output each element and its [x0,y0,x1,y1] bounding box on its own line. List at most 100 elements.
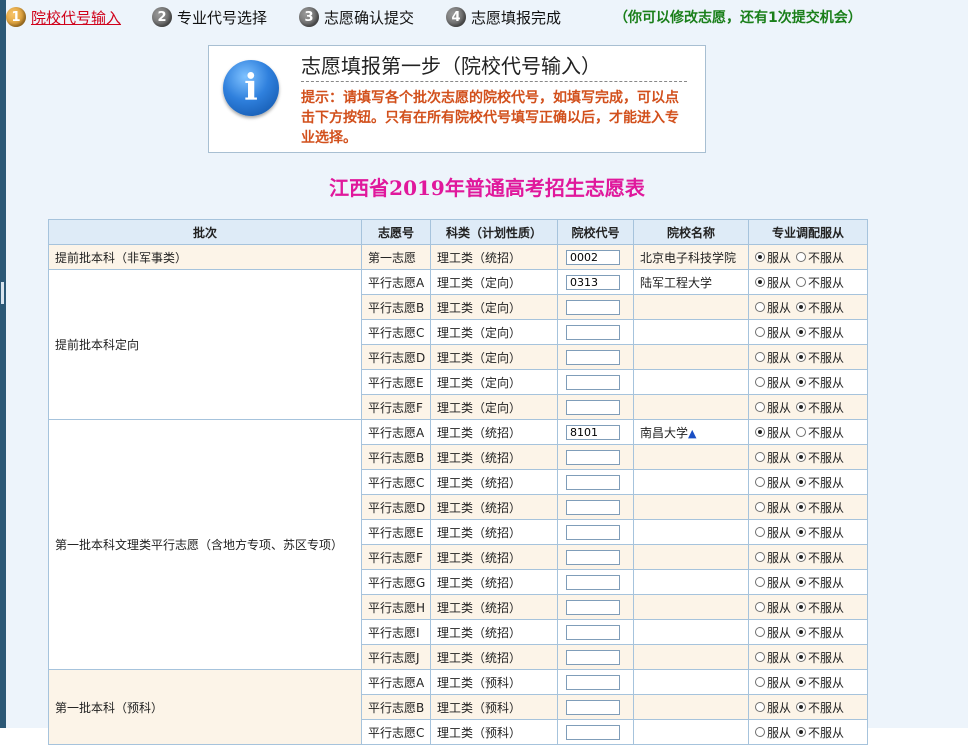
radio-not-comply[interactable] [796,327,807,337]
school-code-input[interactable] [566,699,620,715]
radio-comply-label[interactable]: 服从 [767,276,791,290]
radio-not-comply[interactable] [796,502,807,512]
radio-not-comply-label[interactable]: 不服从 [808,451,844,465]
radio-comply[interactable] [755,427,765,437]
radio-not-comply[interactable] [796,702,807,712]
radio-comply-label[interactable]: 服从 [767,701,791,715]
school-code-input[interactable] [566,349,620,365]
radio-not-comply-label[interactable]: 不服从 [808,376,844,390]
radio-comply[interactable] [755,252,765,262]
radio-not-comply[interactable] [796,602,807,612]
radio-not-comply[interactable] [796,452,807,462]
radio-comply[interactable] [755,377,765,387]
radio-not-comply-label[interactable]: 不服从 [808,301,844,315]
radio-comply[interactable] [755,677,765,687]
radio-not-comply-label[interactable]: 不服从 [808,526,844,540]
school-code-input[interactable] [566,649,620,665]
radio-not-comply-label[interactable]: 不服从 [808,326,844,340]
radio-not-comply-label[interactable]: 不服从 [808,651,844,665]
step-1-label[interactable]: 院校代号输入 [31,7,121,28]
school-code-input[interactable] [566,499,620,515]
school-code-input[interactable] [566,374,620,390]
school-code-input[interactable] [566,449,620,465]
radio-comply[interactable] [755,302,765,312]
radio-comply[interactable] [755,477,765,487]
school-code-input[interactable] [566,674,620,690]
school-code-input[interactable]: 0313 [566,274,620,290]
school-code-input[interactable] [566,574,620,590]
school-code-input[interactable] [566,524,620,540]
radio-not-comply-label[interactable]: 不服从 [808,426,844,440]
radio-comply-label[interactable]: 服从 [767,526,791,540]
radio-not-comply-label[interactable]: 不服从 [808,276,844,290]
radio-comply[interactable] [755,552,765,562]
school-code-input[interactable] [566,324,620,340]
radio-not-comply[interactable] [796,652,807,662]
radio-not-comply[interactable] [796,352,807,362]
radio-comply-label[interactable]: 服从 [767,601,791,615]
radio-comply[interactable] [755,652,765,662]
radio-not-comply[interactable] [796,627,807,637]
radio-comply[interactable] [755,277,765,287]
step-1[interactable]: 1 院校代号输入 [6,4,121,30]
radio-not-comply[interactable] [796,477,807,487]
school-code-input[interactable] [566,549,620,565]
radio-comply-label[interactable]: 服从 [767,251,791,265]
radio-not-comply[interactable] [796,252,807,262]
radio-not-comply-label[interactable]: 不服从 [808,576,844,590]
radio-comply-label[interactable]: 服从 [767,351,791,365]
school-code-input[interactable] [566,299,620,315]
radio-not-comply[interactable] [796,552,807,562]
radio-comply-label[interactable]: 服从 [767,376,791,390]
radio-not-comply[interactable] [796,377,807,387]
radio-not-comply[interactable] [796,727,807,737]
radio-not-comply[interactable] [796,577,807,587]
radio-comply-label[interactable]: 服从 [767,626,791,640]
radio-not-comply[interactable] [796,302,807,312]
school-code-input[interactable]: 8101 [566,424,620,440]
frame-splitter-handle[interactable] [1,282,4,304]
radio-comply[interactable] [755,627,765,637]
radio-comply-label[interactable]: 服从 [767,551,791,565]
radio-comply-label[interactable]: 服从 [767,676,791,690]
radio-not-comply[interactable] [796,402,807,412]
radio-not-comply[interactable] [796,277,807,287]
radio-comply-label[interactable]: 服从 [767,401,791,415]
school-code-input[interactable]: 0002 [566,249,620,265]
radio-not-comply-label[interactable]: 不服从 [808,501,844,515]
radio-not-comply-label[interactable]: 不服从 [808,351,844,365]
radio-comply[interactable] [755,602,765,612]
radio-not-comply-label[interactable]: 不服从 [808,401,844,415]
radio-comply-label[interactable]: 服从 [767,326,791,340]
radio-comply[interactable] [755,352,765,362]
radio-comply[interactable] [755,702,765,712]
radio-comply[interactable] [755,327,765,337]
radio-not-comply-label[interactable]: 不服从 [808,476,844,490]
school-code-input[interactable] [566,399,620,415]
radio-comply[interactable] [755,452,765,462]
radio-not-comply[interactable] [796,527,807,537]
radio-comply-label[interactable]: 服从 [767,451,791,465]
radio-comply[interactable] [755,402,765,412]
radio-not-comply-label[interactable]: 不服从 [808,676,844,690]
radio-comply[interactable] [755,727,765,737]
radio-not-comply-label[interactable]: 不服从 [808,701,844,715]
school-code-input[interactable] [566,474,620,490]
radio-not-comply-label[interactable]: 不服从 [808,601,844,615]
radio-comply[interactable] [755,502,765,512]
radio-comply-label[interactable]: 服从 [767,476,791,490]
radio-comply-label[interactable]: 服从 [767,301,791,315]
radio-not-comply-label[interactable]: 不服从 [808,251,844,265]
radio-comply-label[interactable]: 服从 [767,426,791,440]
radio-comply-label[interactable]: 服从 [767,651,791,665]
radio-comply[interactable] [755,527,765,537]
radio-not-comply-label[interactable]: 不服从 [808,551,844,565]
radio-comply-label[interactable]: 服从 [767,501,791,515]
radio-comply-label[interactable]: 服从 [767,576,791,590]
radio-not-comply[interactable] [796,427,807,437]
radio-not-comply-label[interactable]: 不服从 [808,626,844,640]
school-code-input[interactable] [566,624,620,640]
school-code-input[interactable] [566,724,620,740]
radio-not-comply[interactable] [796,677,807,687]
school-code-input[interactable] [566,599,620,615]
